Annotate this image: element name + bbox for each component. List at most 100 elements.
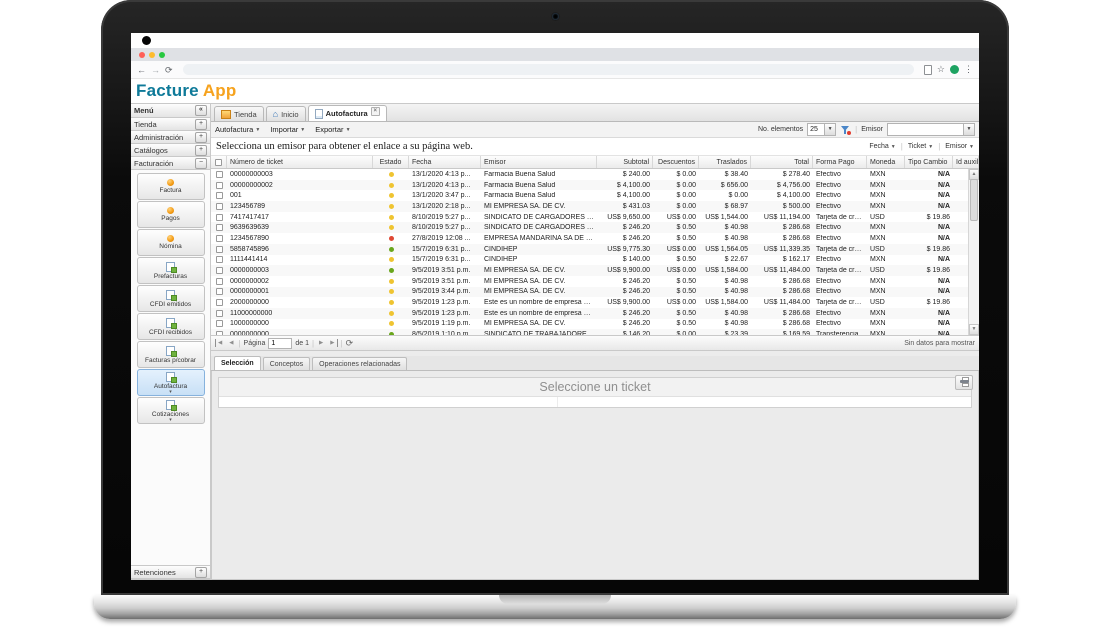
refresh-grid-icon[interactable]: ⟳ — [346, 339, 354, 348]
emisor-combobox[interactable]: ▼ — [887, 123, 975, 136]
column-header-tipo-cambio[interactable]: Tipo Cambio — [905, 156, 953, 168]
tab-tienda[interactable]: Tienda — [214, 106, 264, 121]
sidebar-section-catalogos[interactable]: Catálogos+ — [131, 144, 210, 157]
address-bar[interactable] — [183, 64, 914, 75]
row-checkbox[interactable] — [211, 310, 227, 317]
column-header-descuentos[interactable]: Descuentos — [653, 156, 699, 168]
tab-conceptos[interactable]: Conceptos — [263, 357, 310, 370]
table-row[interactable]: 00000000008/5/2019 1:10 p.m.SINDICATO DE… — [211, 329, 968, 335]
row-checkbox[interactable] — [211, 256, 227, 263]
sidebar-section-facturacion[interactable]: Facturación− — [131, 157, 210, 170]
menu-autofactura[interactable]: Autofactura▼ — [215, 125, 260, 134]
page-number-input[interactable] — [268, 338, 292, 349]
collapse-sidebar-button[interactable]: « — [195, 105, 207, 116]
table-row[interactable]: 123456789027/8/2019 12:08 ...EMPRESA MAN… — [211, 233, 968, 244]
row-checkbox[interactable] — [211, 192, 227, 199]
toggle-icon[interactable]: + — [195, 132, 207, 143]
toggle-icon[interactable]: − — [195, 158, 207, 169]
row-checkbox[interactable] — [211, 267, 227, 274]
sort-emisor[interactable]: Emisor▼ — [945, 143, 974, 150]
column-header-fecha[interactable]: Fecha — [409, 156, 481, 168]
table-row[interactable]: 00000000019/5/2019 3:44 p.m.MI EMPRESA S… — [211, 287, 968, 298]
back-icon[interactable]: ← — [137, 65, 146, 75]
table-row[interactable]: 0000000000313/1/2020 4:13 p...Farmacia B… — [211, 169, 968, 180]
sort-fecha[interactable]: Fecha▼ — [869, 143, 895, 150]
chevron-down-icon[interactable]: ▼ — [963, 124, 974, 135]
table-row[interactable]: 10000000009/5/2019 1:19 p.m.MI EMPRESA S… — [211, 319, 968, 330]
column-header-emisor[interactable]: Emisor — [481, 156, 597, 168]
browser-menu-icon[interactable]: ⋮ — [964, 65, 973, 74]
row-checkbox[interactable] — [211, 278, 227, 285]
scroll-down-icon[interactable]: ▼ — [969, 324, 979, 335]
sidebar-item-factura[interactable]: Factura — [137, 173, 205, 200]
row-checkbox[interactable] — [211, 246, 227, 253]
table-row[interactable]: 74174174178/10/2019 5:27 p...SINDICATO D… — [211, 212, 968, 223]
row-checkbox[interactable] — [211, 331, 227, 335]
table-row[interactable]: 12345678913/1/2020 2:18 p...MI EMPRESA S… — [211, 201, 968, 212]
sidebar-section-administracion[interactable]: Administración+ — [131, 131, 210, 144]
sidebar-item-cfdi-recibidos[interactable]: CFDI recibidos — [137, 313, 205, 340]
sidebar-item-prefacturas[interactable]: Prefacturas — [137, 257, 205, 284]
sidebar-item-nomina[interactable]: Nómina — [137, 229, 205, 256]
row-checkbox[interactable] — [211, 235, 227, 242]
toggle-icon[interactable]: + — [195, 145, 207, 156]
menu-exportar[interactable]: Exportar▼ — [315, 125, 350, 134]
row-checkbox[interactable] — [211, 299, 227, 306]
select-all-checkbox[interactable] — [211, 156, 227, 168]
forward-icon[interactable]: → — [151, 65, 160, 75]
table-row[interactable]: 585874589615/7/2019 6:31 p...CINDIHEPUS$… — [211, 244, 968, 255]
bookmark-star-icon[interactable]: ☆ — [937, 65, 945, 74]
prev-page-button[interactable]: ◀ — [227, 339, 235, 347]
grid-scrollbar[interactable]: ▲ ▼ — [968, 169, 979, 335]
zoom-window-button[interactable] — [159, 52, 165, 58]
sidebar-item-cfdi-emitidos[interactable]: CFDI emitidos — [137, 285, 205, 312]
minimize-window-button[interactable] — [149, 52, 155, 58]
row-checkbox[interactable] — [211, 171, 227, 178]
page-size-select[interactable]: 25 ▼ — [807, 123, 836, 136]
scroll-thumb[interactable] — [970, 179, 978, 221]
column-header-id-auxiliar[interactable]: Id auxiliar — [953, 156, 979, 168]
first-page-button[interactable]: ◀ — [215, 339, 224, 347]
sidebar-item-pagos[interactable]: Pagos — [137, 201, 205, 228]
share-icon[interactable] — [924, 65, 932, 75]
clear-filter-icon[interactable] — [840, 125, 851, 135]
sidebar-item-autofactura[interactable]: Autofactura▾ — [137, 369, 205, 396]
tab-inicio[interactable]: ⌂Inicio — [266, 106, 306, 121]
next-page-button[interactable]: ▶ — [317, 339, 325, 347]
table-row[interactable]: 00113/1/2020 3:47 p...Farmacia Buena Sal… — [211, 190, 968, 201]
table-row[interactable]: 111144141415/7/2019 6:31 p...CINDIHEP$ 1… — [211, 255, 968, 266]
table-row[interactable]: 20000000009/5/2019 1:23 p.m.Este es un n… — [211, 297, 968, 308]
sort-ticket[interactable]: Ticket▼ — [908, 143, 933, 150]
sidebar-section-retenciones[interactable]: Retenciones + — [131, 566, 210, 579]
table-row[interactable]: 00000000039/5/2019 3:51 p.m.MI EMPRESA S… — [211, 265, 968, 276]
chevron-down-icon[interactable]: ▼ — [824, 124, 835, 135]
sidebar-item-facturas-p-cobrar[interactable]: Facturas p/cobrar — [137, 341, 205, 368]
menu-importar[interactable]: Importar▼ — [270, 125, 305, 134]
row-checkbox[interactable] — [211, 224, 227, 231]
table-row[interactable]: 110000000009/5/2019 1:23 p.m.Este es un … — [211, 308, 968, 319]
tab-seleccion[interactable]: Selección — [214, 356, 261, 370]
row-checkbox[interactable] — [211, 288, 227, 295]
row-checkbox[interactable] — [211, 214, 227, 221]
column-header-traslados[interactable]: Traslados — [699, 156, 751, 168]
row-checkbox[interactable] — [211, 182, 227, 189]
refresh-icon[interactable]: ⟳ — [165, 65, 173, 75]
tab-close-icon[interactable]: × — [371, 107, 380, 116]
last-page-button[interactable]: ▶ — [328, 339, 337, 347]
sidebar-item-cotizaciones[interactable]: Cotizaciones▾ — [137, 397, 205, 424]
column-header-moneda[interactable]: Moneda — [867, 156, 905, 168]
tab-operaciones-relacionadas[interactable]: Operaciones relacionadas — [312, 357, 407, 370]
profile-avatar[interactable] — [950, 65, 959, 74]
column-header-forma-pago[interactable]: Forma Pago — [813, 156, 867, 168]
emisor-input[interactable] — [888, 125, 963, 134]
column-header-total[interactable]: Total — [751, 156, 813, 168]
tab-autofactura[interactable]: Autofactura× — [308, 105, 387, 121]
close-window-button[interactable] — [139, 52, 145, 58]
column-header-estado[interactable]: Estado — [373, 156, 409, 168]
sidebar-section-tienda[interactable]: Tienda+ — [131, 118, 210, 131]
toggle-icon[interactable]: + — [195, 119, 207, 130]
print-button[interactable] — [955, 375, 973, 390]
table-row[interactable]: 96396396398/10/2019 5:27 p...SINDICATO D… — [211, 222, 968, 233]
row-checkbox[interactable] — [211, 320, 227, 327]
row-checkbox[interactable] — [211, 203, 227, 210]
